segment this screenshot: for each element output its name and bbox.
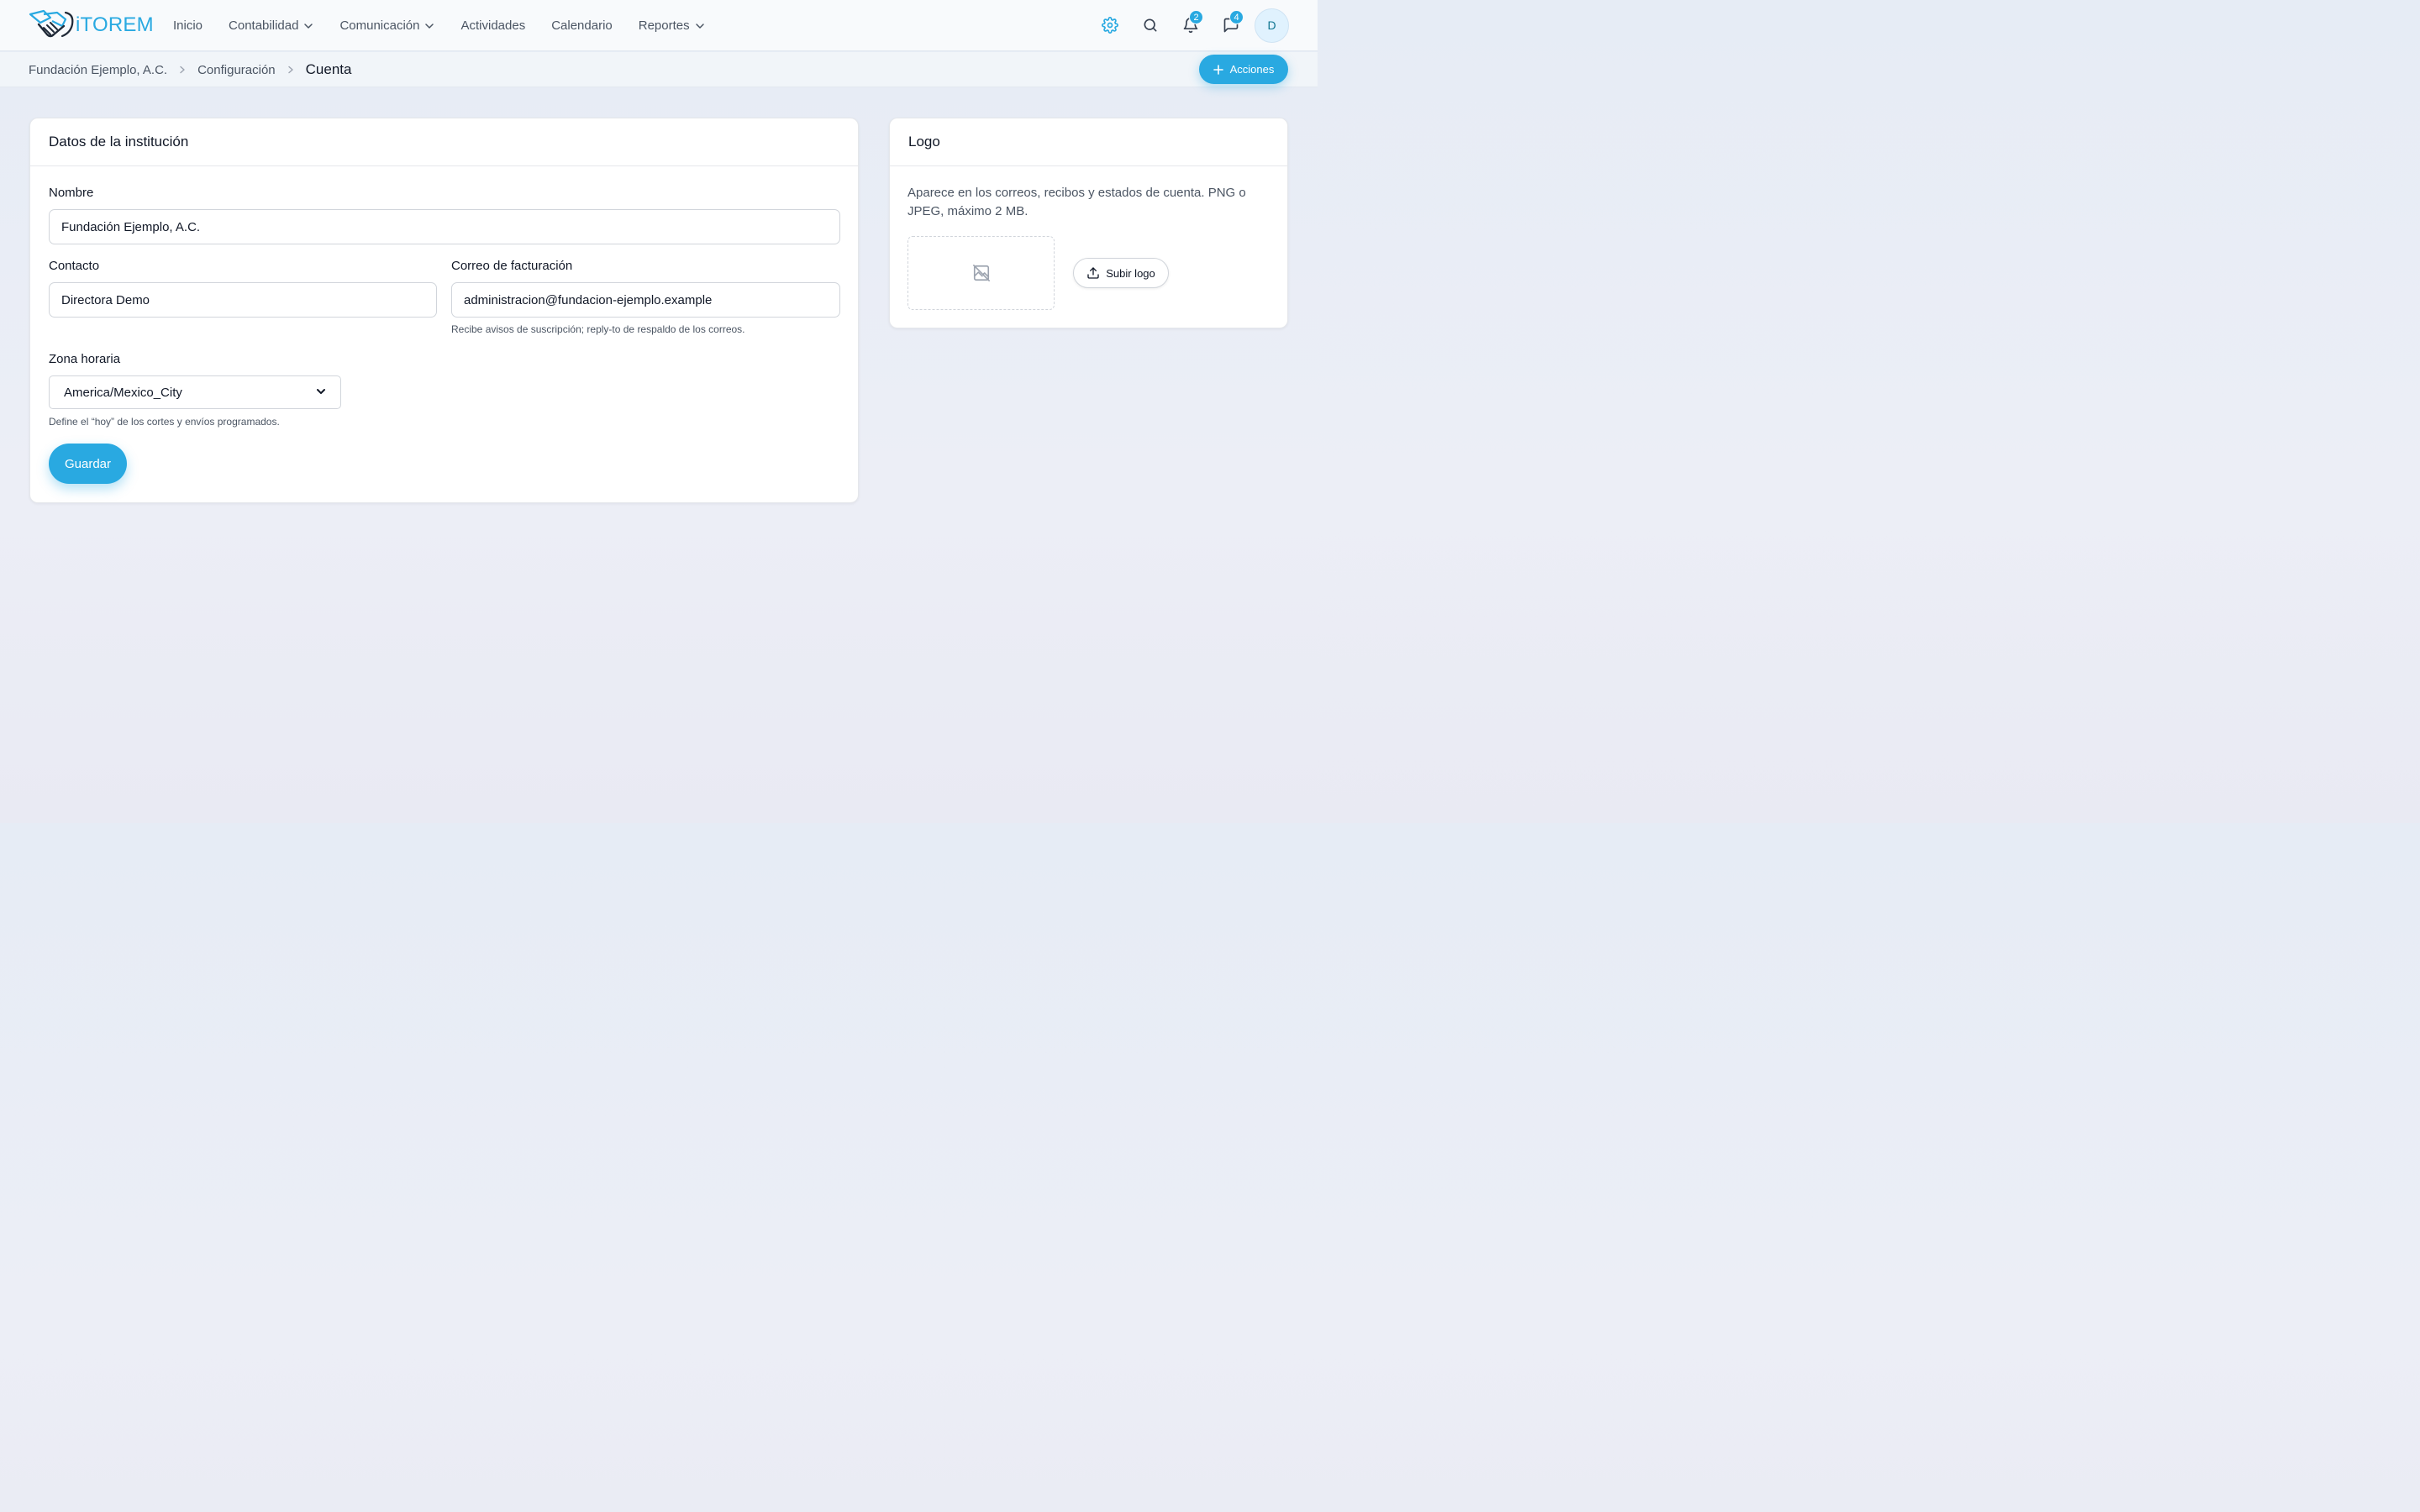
logo-preview-placeholder [908, 236, 1055, 310]
nav-item-label: Comunicación [339, 18, 420, 33]
upload-logo-label: Subir logo [1106, 266, 1155, 280]
nav-item-label: Reportes [638, 18, 690, 33]
institution-data-card: Datos de la institución Nombre Fundación… [29, 118, 859, 503]
settings-button[interactable] [1093, 8, 1127, 42]
actions-button[interactable]: Acciones [1199, 55, 1288, 84]
gear-icon [1102, 17, 1118, 34]
timezone-selected-value: America/Mexico_City [64, 385, 182, 400]
contact-input[interactable]: Directora Demo [49, 282, 437, 318]
name-label: Nombre [49, 186, 94, 200]
search-icon [1144, 18, 1157, 32]
logo-description: Aparece en los correos, recibos y estado… [908, 186, 1246, 218]
plus-icon [1213, 64, 1223, 75]
actions-button-label: Acciones [1229, 63, 1275, 76]
user-avatar[interactable]: D [1255, 8, 1289, 43]
messages-badge: 4 [1229, 10, 1244, 24]
nav-item-comunicacion[interactable]: Comunicación [339, 18, 434, 33]
app-name: iTOREM [76, 13, 154, 36]
upload-icon [1086, 266, 1100, 280]
chevron-right-icon [287, 66, 295, 74]
name-input[interactable]: Fundación Ejemplo, A.C. [49, 209, 840, 244]
timezone-select[interactable]: America/Mexico_City [49, 375, 341, 409]
upload-logo-button[interactable]: Subir logo [1073, 258, 1169, 288]
topbar-actions: 2 4 D [1086, 8, 1289, 43]
card-title: Logo [890, 118, 1287, 166]
search-button[interactable] [1134, 8, 1167, 42]
nav-item-calendario[interactable]: Calendario [551, 18, 613, 33]
image-off-icon [972, 265, 990, 281]
nav-item-label: Contabilidad [229, 18, 299, 33]
billing-email-help: Recibe avisos de suscripción; reply-to d… [451, 323, 745, 335]
chevron-right-icon [178, 66, 187, 74]
breadcrumb-item-institution[interactable]: Fundación Ejemplo, A.C. [29, 63, 167, 77]
chevron-down-icon [695, 21, 705, 31]
notifications-button[interactable]: 2 [1174, 8, 1207, 42]
nav-item-label: Calendario [551, 18, 613, 33]
nav-item-actividades[interactable]: Actividades [460, 18, 525, 33]
main-nav: Inicio Contabilidad Comunicación Activid… [173, 0, 731, 51]
card-title: Datos de la institución [30, 118, 858, 166]
messages-button[interactable]: 4 [1214, 8, 1248, 42]
timezone-help: Define el “hoy” de los cortes y envíos p… [49, 416, 280, 428]
breadcrumb: Fundación Ejemplo, A.C. Configuración Cu… [29, 52, 351, 87]
timezone-label: Zona horaria [49, 352, 121, 366]
logo-card: Logo Aparece en los correos, recibos y e… [889, 118, 1288, 328]
breadcrumb-current: Cuenta [305, 61, 352, 77]
billing-email-input[interactable]: administracion@fundacion-ejemplo.example [451, 282, 840, 318]
nav-item-label: Actividades [460, 18, 526, 33]
chevron-down-icon [424, 21, 434, 31]
contact-label: Contacto [49, 259, 100, 273]
nav-item-label: Inicio [173, 18, 203, 33]
chevron-down-icon [316, 386, 326, 400]
chevron-down-icon [303, 21, 313, 31]
top-navbar: iTOREM Inicio Contabilidad Comunicación … [0, 0, 1318, 51]
nav-item-reportes[interactable]: Reportes [639, 18, 705, 33]
notifications-badge: 2 [1189, 10, 1203, 24]
nav-item-contabilidad[interactable]: Contabilidad [229, 18, 313, 33]
billing-email-label: Correo de facturación [451, 259, 573, 273]
breadcrumb-bar: Fundación Ejemplo, A.C. Configuración Cu… [0, 52, 1318, 87]
save-button[interactable]: Guardar [49, 444, 127, 484]
app-logo[interactable]: iTOREM [29, 9, 154, 41]
nav-item-inicio[interactable]: Inicio [173, 18, 203, 33]
handshake-logo-icon [29, 9, 74, 38]
breadcrumb-item-configuracion[interactable]: Configuración [197, 63, 276, 77]
